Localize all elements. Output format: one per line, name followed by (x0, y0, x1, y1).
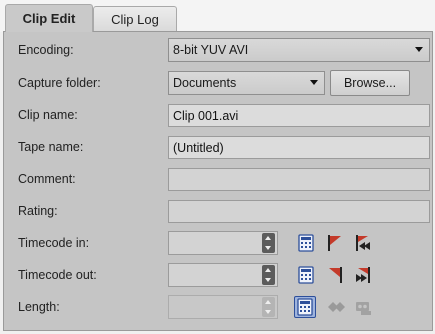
browse-button[interactable]: Browse... (330, 70, 410, 96)
length-spinner[interactable] (262, 297, 275, 317)
rating-input[interactable] (168, 200, 430, 223)
chevron-down-icon (415, 47, 423, 52)
tab-clip-log[interactable]: Clip Log (93, 6, 177, 31)
capture-folder-dropdown[interactable]: Documents (168, 71, 325, 95)
comment-input[interactable] (168, 168, 430, 191)
rating-label: Rating: (18, 204, 58, 218)
comment-row: Comment: (4, 163, 432, 195)
tape-icon[interactable] (355, 299, 373, 317)
clip-name-label: Clip name: (18, 108, 78, 122)
timecode-out-spinner[interactable] (262, 265, 275, 285)
mark-in-flag-icon[interactable] (326, 234, 344, 252)
go-to-in-icon[interactable] (354, 234, 372, 252)
timecode-calc-icon[interactable] (294, 296, 316, 318)
length-label: Length: (18, 300, 60, 314)
comment-label: Comment: (18, 172, 76, 186)
go-to-out-icon[interactable] (354, 266, 372, 284)
encoding-row: Encoding: 8-bit YUV AVI (4, 34, 432, 66)
clip-name-row: Clip name: Clip 001.avi (4, 99, 432, 131)
capture-folder-row: Capture folder: Documents Browse... (4, 67, 432, 99)
mark-out-flag-icon[interactable] (326, 266, 344, 284)
timecode-calc-icon[interactable] (297, 266, 315, 284)
encoding-label: Encoding: (18, 43, 74, 57)
tape-name-row: Tape name: (Untitled) (4, 131, 432, 163)
tape-name-input[interactable]: (Untitled) (168, 136, 430, 159)
timecode-out-row: Timecode out: (4, 259, 432, 291)
rating-row: Rating: (4, 195, 432, 227)
clip-edit-panel: Encoding: 8-bit YUV AVI Capture folder: … (3, 31, 433, 331)
encoding-dropdown[interactable]: 8-bit YUV AVI (168, 38, 430, 62)
length-row: Length: (4, 291, 432, 323)
clip-name-input[interactable]: Clip 001.avi (168, 104, 430, 127)
timecode-in-label: Timecode in: (18, 236, 90, 250)
tab-clip-edit[interactable]: Clip Edit (5, 4, 93, 32)
encoding-value: 8-bit YUV AVI (173, 43, 249, 57)
diamond-icon[interactable] (328, 299, 346, 317)
timecode-in-row: Timecode in: (4, 227, 432, 259)
capture-folder-value: Documents (173, 76, 237, 90)
timecode-in-spinner[interactable] (262, 233, 275, 253)
capture-folder-label: Capture folder: (18, 76, 101, 90)
chevron-down-icon (310, 80, 318, 85)
timecode-out-label: Timecode out: (18, 268, 97, 282)
tab-strip: Clip Edit Clip Log (0, 0, 435, 32)
timecode-calc-icon[interactable] (297, 234, 315, 252)
tape-name-label: Tape name: (18, 140, 84, 154)
